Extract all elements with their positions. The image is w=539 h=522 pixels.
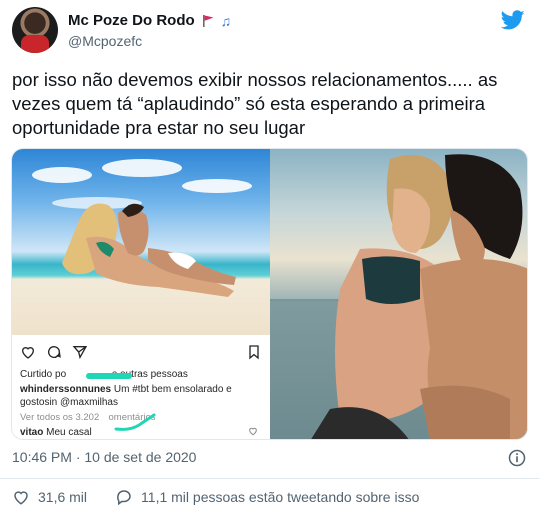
caption-user: whinderssonnunes <box>20 384 112 395</box>
author-name-row: Mc Poze Do Rodo ♫ <box>68 12 231 29</box>
share-icon[interactable] <box>72 344 88 360</box>
heart-icon[interactable] <box>12 488 30 506</box>
music-note-icon: ♫ <box>220 12 232 29</box>
twitter-bird-icon[interactable] <box>501 8 525 32</box>
instagram-comment: vitao Meu casal <box>20 413 262 438</box>
caption-mention: @maxmilhas <box>60 397 118 408</box>
comments-prefix: Ver todos os 3.202 <box>20 412 100 423</box>
info-icon[interactable] <box>507 448 527 468</box>
comment-heart-icon[interactable] <box>248 426 258 436</box>
red-flag-icon <box>202 14 214 27</box>
couple-on-beach-illustration <box>62 203 236 297</box>
tweet-actions: 31,6 mil 11,1 mil pessoas estão tweetand… <box>12 488 447 506</box>
comment-text: Meu casal <box>46 427 92 438</box>
liked-by-line: Curtido po e outras pessoas <box>20 369 262 380</box>
instagram-screenshot-photo[interactable]: Curtido po e outras pessoas whinderssonn… <box>12 149 270 439</box>
tweet-media[interactable]: Curtido po e outras pessoas whinderssonn… <box>11 148 528 440</box>
tweet-text: por isso não devemos exibir nossos relac… <box>12 69 498 138</box>
heart-icon[interactable] <box>20 344 36 360</box>
boat-couple-photo[interactable] <box>269 149 527 439</box>
beach-photo <box>12 149 270 335</box>
liked-prefix: Curtido po <box>20 369 67 380</box>
bookmark-icon[interactable] <box>246 344 262 360</box>
like-action[interactable]: 31,6 mil <box>12 488 87 506</box>
author-handle[interactable]: @Mcpozefc <box>68 33 142 49</box>
instagram-caption: whinderssonnunes Um #tbt bem ensolarado … <box>20 383 262 409</box>
couple-on-boat-illustration <box>269 154 527 439</box>
arrow-scribble-icon <box>114 413 156 431</box>
tweeting-count: 11,1 mil pessoas estão tweetando sobre i… <box>141 489 420 505</box>
like-count: 31,6 mil <box>38 489 88 505</box>
comment-bubble-icon[interactable] <box>115 488 133 506</box>
tweet-card: Mc Poze Do Rodo ♫ @Mcpozefc por isso não… <box>0 0 539 522</box>
author-display-name[interactable]: Mc Poze Do Rodo <box>68 12 195 29</box>
comment-user: vitao <box>20 427 44 438</box>
instagram-post-bar: Curtido po e outras pessoas whinderssonn… <box>12 335 270 439</box>
comment-icon[interactable] <box>46 344 62 360</box>
divider <box>0 478 539 479</box>
censor-scribble <box>86 373 132 379</box>
tweet-timestamp[interactable]: 10:46 PM · 10 de set de 2020 <box>12 449 196 465</box>
avatar[interactable] <box>12 7 58 53</box>
conversation-action[interactable]: 11,1 mil pessoas estão tweetando sobre i… <box>115 488 419 506</box>
